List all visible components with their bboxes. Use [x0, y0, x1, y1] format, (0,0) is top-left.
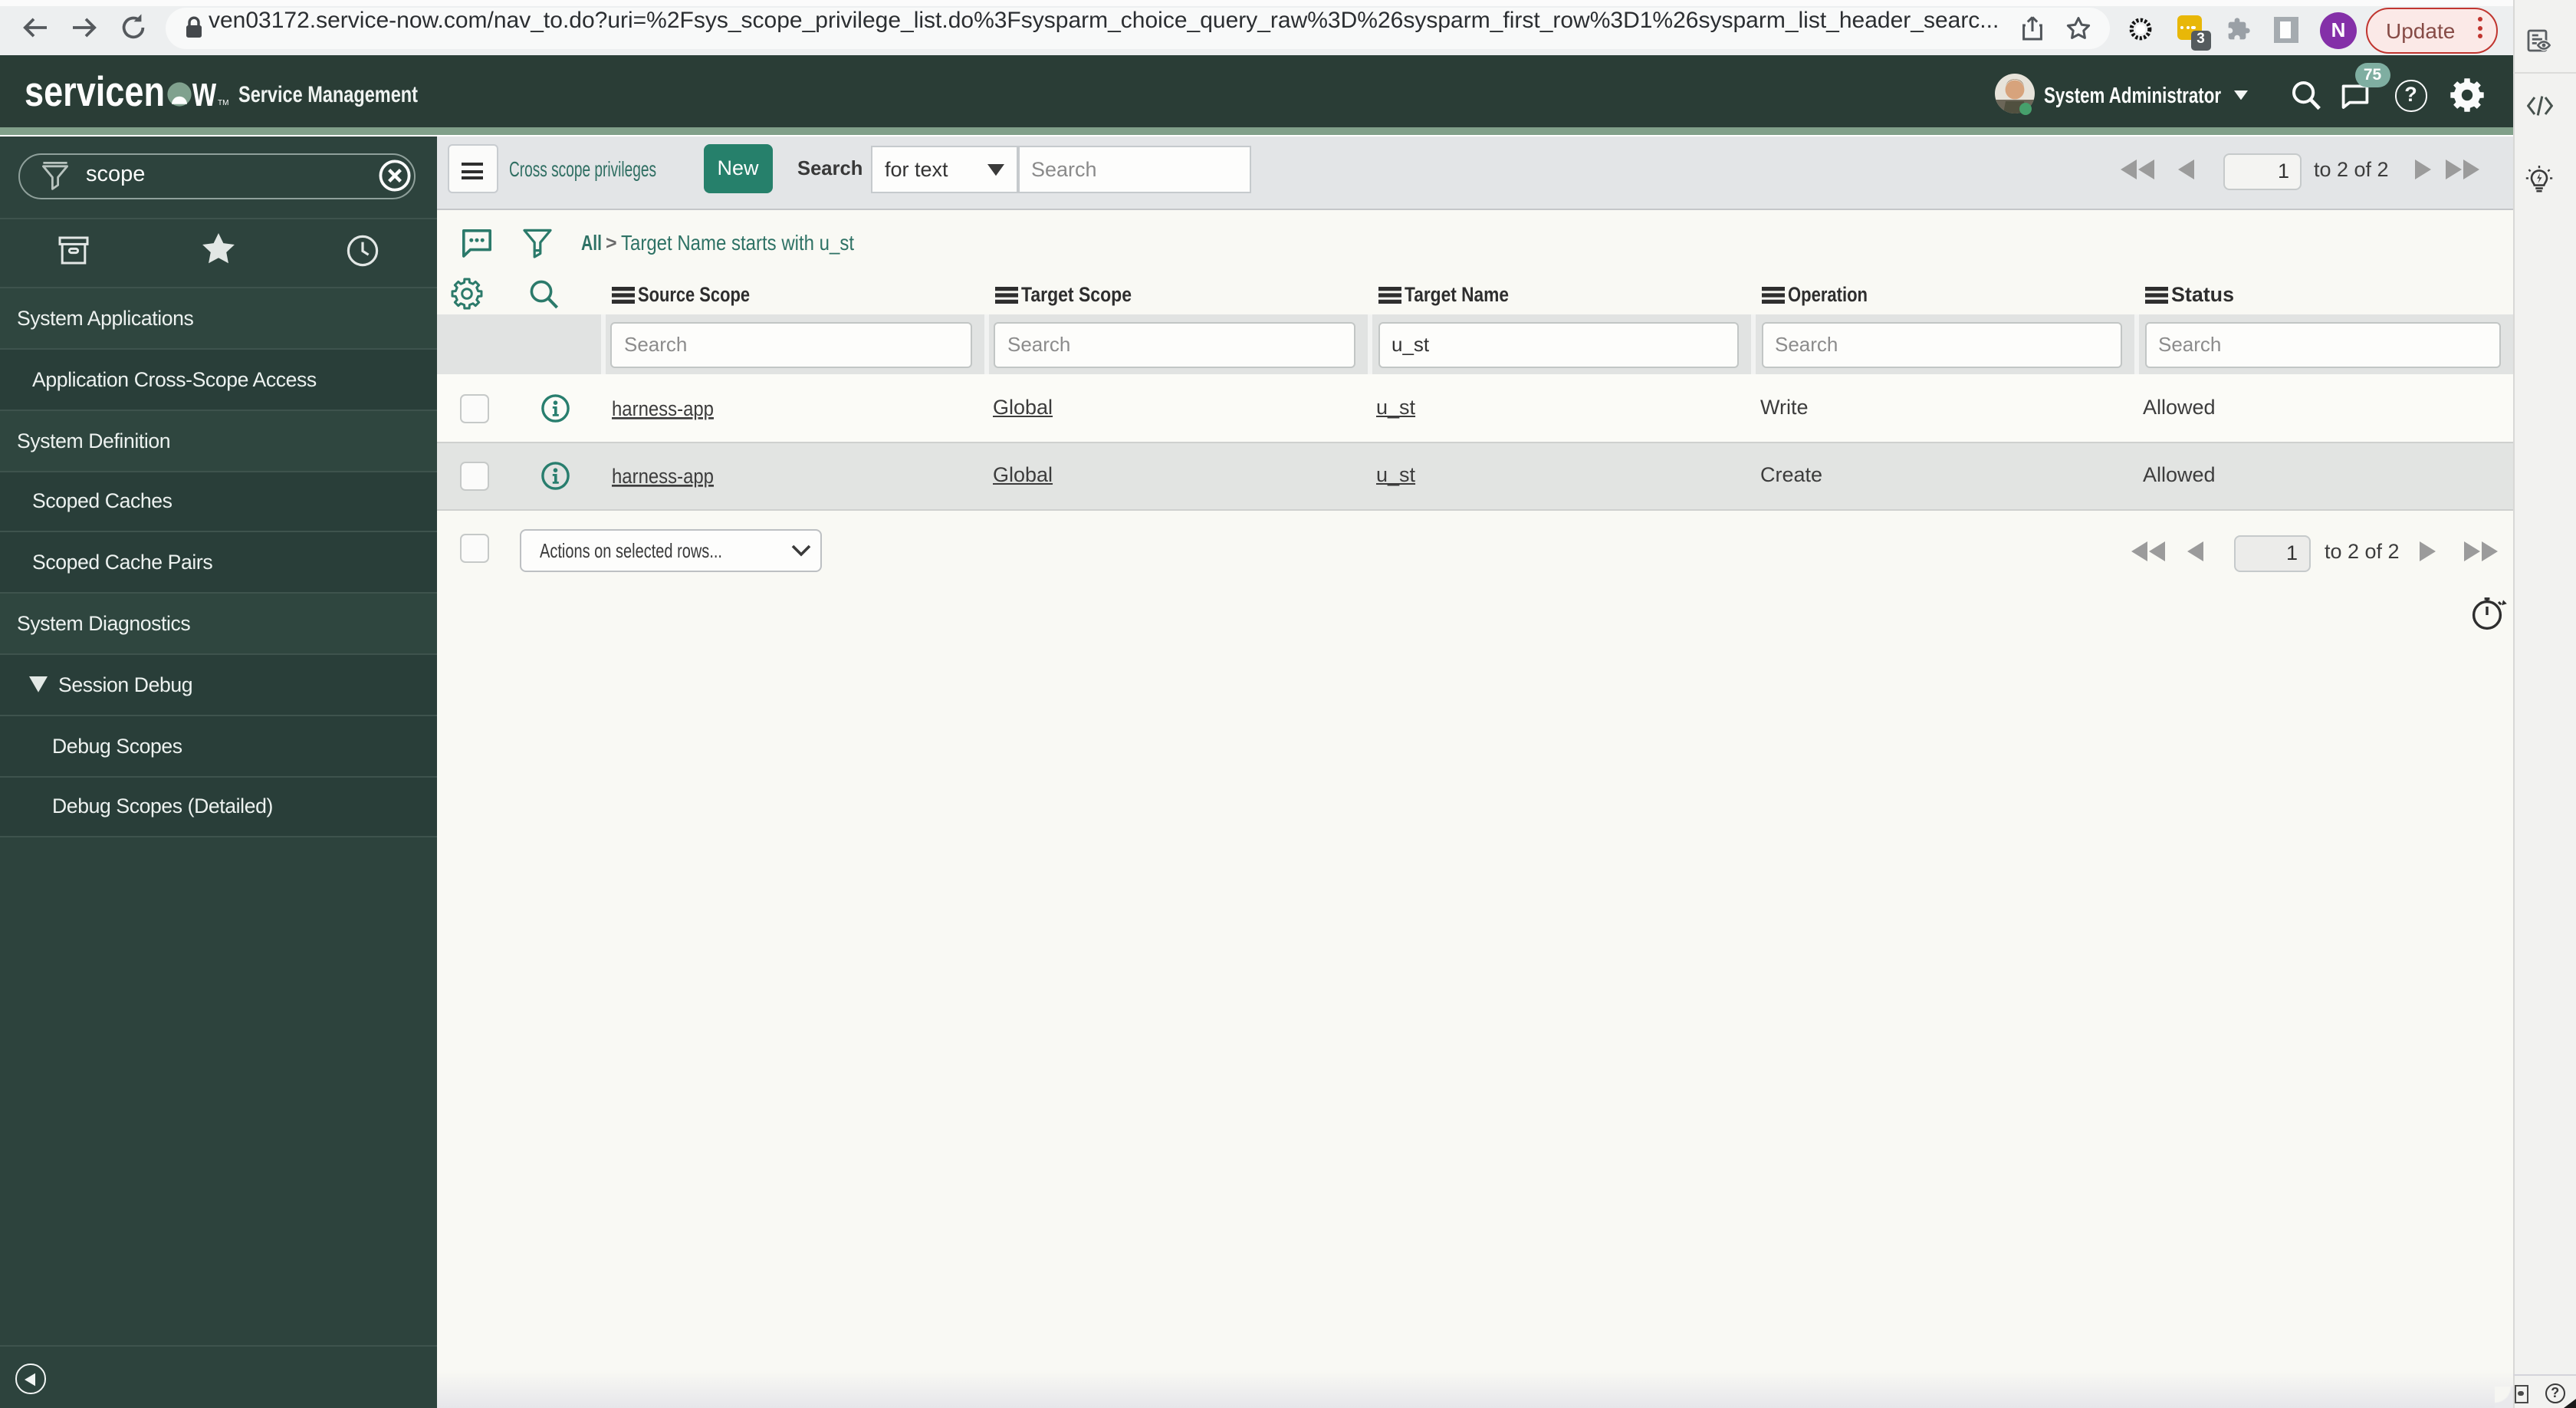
svg-text:harness-app: harness-app: [611, 397, 713, 420]
svg-text:harness-app: harness-app: [611, 465, 713, 488]
svg-text:Target Name starts with u_st: Target Name starts with u_st: [621, 231, 854, 255]
svg-text:Operation: Operation: [1788, 283, 1868, 306]
svg-text:Source Scope: Source Scope: [638, 283, 750, 306]
svg-text:System Administrator: System Administrator: [2044, 84, 2221, 108]
svg-text:Actions on selected rows...: Actions on selected rows...: [540, 539, 722, 562]
svg-text:Target Name: Target Name: [1405, 283, 1509, 306]
svg-text:>: >: [606, 232, 617, 254]
svg-text:Target Scope: Target Scope: [1021, 283, 1132, 306]
svg-text:TM: TM: [217, 99, 228, 107]
svg-text:Cross scope privileges: Cross scope privileges: [508, 157, 656, 181]
svg-text:servicen: servicen: [24, 67, 164, 115]
svg-text:All: All: [581, 231, 602, 255]
svg-text:w: w: [191, 67, 215, 115]
svg-text:Status: Status: [2171, 283, 2234, 306]
svg-text:Service Management: Service Management: [238, 82, 417, 107]
